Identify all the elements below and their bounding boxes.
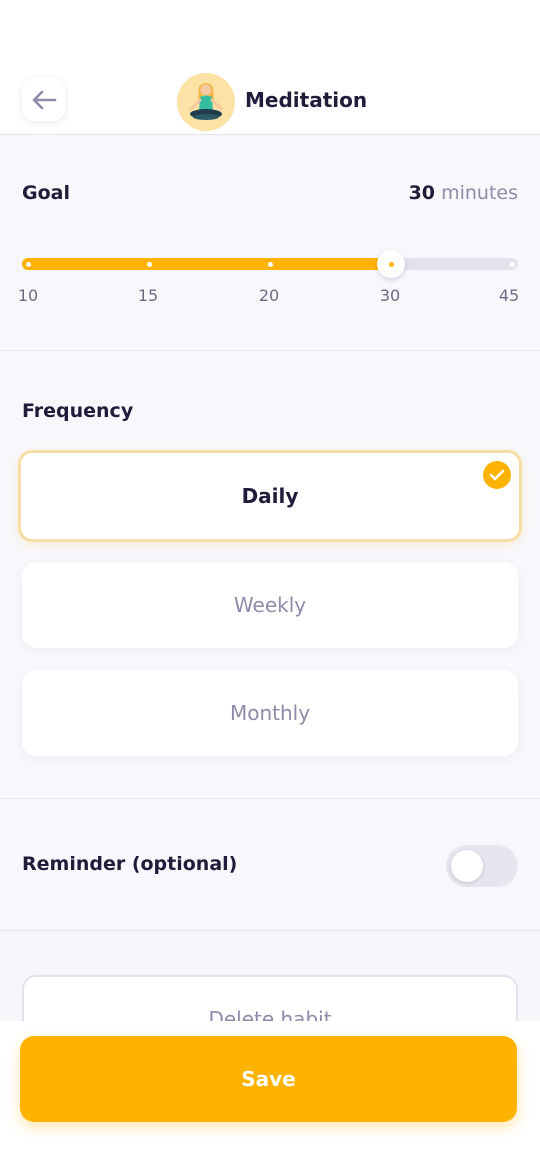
option-label: Daily	[241, 484, 299, 508]
frequency-option-monthly[interactable]: Monthly	[22, 670, 518, 756]
option-label: Monthly	[229, 701, 311, 725]
reminder-label: Reminder (optional)	[22, 853, 238, 875]
frequency-label: Frequency	[22, 400, 134, 422]
goal-slider[interactable]	[22, 250, 518, 278]
slider-stop-dot	[509, 262, 515, 267]
goal-section: Goal 30 minutes 10 15 20 30 45	[0, 136, 540, 351]
back-button[interactable]	[22, 78, 65, 121]
reminder-toggle[interactable]	[446, 845, 518, 887]
checkmark-icon	[489, 469, 505, 481]
page-title: Meditation	[245, 88, 368, 112]
option-label: Weekly	[233, 593, 307, 617]
goal-value-unit: minutes	[441, 182, 518, 204]
tick-label-15: 15	[137, 286, 159, 305]
tick-label-20: 20	[258, 286, 280, 305]
header-bar: Meditation	[0, 0, 540, 135]
frequency-section: Frequency Daily Weekly Monthly	[0, 352, 540, 799]
goal-slider-thumb[interactable]	[377, 250, 405, 278]
save-button-label: Save	[241, 1067, 296, 1091]
slider-stop-dot	[25, 262, 31, 267]
frequency-option-weekly[interactable]: Weekly	[22, 562, 518, 648]
tick-label-45: 45	[498, 286, 520, 305]
slider-thumb-dot	[388, 261, 394, 267]
tick-label-30: 30	[379, 286, 401, 305]
slider-stop-dot	[146, 262, 152, 267]
selected-check-badge	[483, 461, 511, 489]
slider-stop-dot	[267, 262, 273, 267]
meditation-avatar	[177, 73, 235, 131]
goal-slider-fill	[22, 258, 397, 270]
goal-label: Goal	[22, 182, 70, 204]
save-button[interactable]: Save	[20, 1036, 517, 1122]
arrow-left-icon	[32, 90, 56, 109]
goal-value: 30 minutes	[409, 182, 518, 204]
reminder-section: Reminder (optional)	[0, 800, 540, 931]
meditation-person-icon	[177, 73, 235, 131]
frequency-option-daily[interactable]: Daily	[18, 450, 522, 542]
tick-label-10: 10	[17, 286, 39, 305]
toggle-knob	[451, 850, 483, 882]
goal-value-number: 30	[408, 182, 436, 204]
